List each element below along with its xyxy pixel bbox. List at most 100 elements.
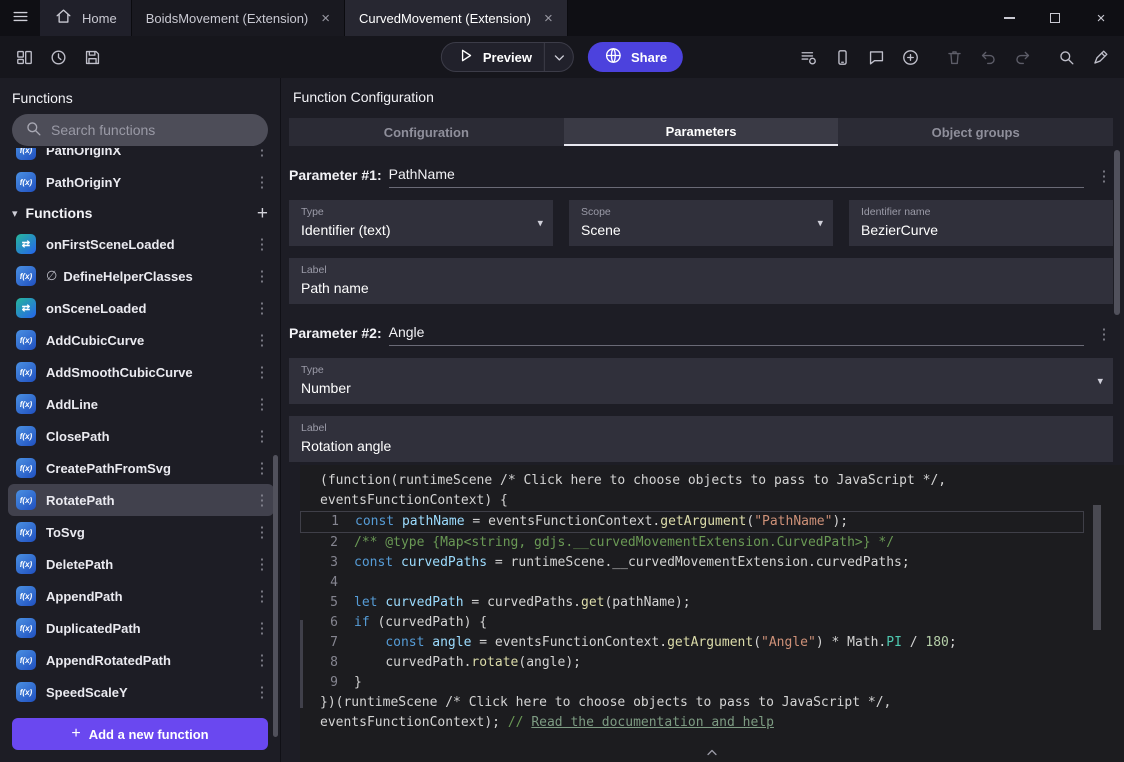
layout-icon[interactable] [10,43,38,71]
function-item-pathoriginy[interactable]: f(x)PathOriginY⋮ [8,166,274,198]
chevron-down-icon[interactable] [545,48,573,67]
code-line-3[interactable]: 3const curvedPaths = runtimeScene.__curv… [300,553,1084,573]
code-text: curvedPath.rotate(angle); [354,653,581,673]
code-token: })(runtimeScene /* Click here to choose … [320,695,891,710]
function-item-rotatepath[interactable]: f(x)RotatePath⋮ [8,484,274,516]
parameter-1-type-select[interactable]: Type Identifier (text) ▾ [289,200,553,246]
function-item-menu-icon[interactable]: ⋮ [252,651,272,669]
tab-home[interactable]: Home [40,0,132,36]
tab-object-groups[interactable]: Object groups [838,118,1113,146]
preview-button[interactable]: Preview [441,42,574,72]
parameter-1-scope-select[interactable]: Scope Scene ▾ [569,200,833,246]
configuration-tabs: ConfigurationParametersObject groups [289,118,1113,146]
function-item-onsceneloaded[interactable]: ⇄onSceneLoaded⋮ [8,292,274,324]
function-item-appendpath[interactable]: f(x)AppendPath⋮ [8,580,274,612]
code-line-7[interactable]: 7 const angle = eventsFunctionContext.ge… [300,633,1084,653]
parameter-2-label-input[interactable]: Label Rotation angle [289,416,1113,462]
function-item-deletepath[interactable]: f(x)DeletePath⋮ [8,548,274,580]
parameter-2-name-input[interactable]: Angle [389,324,1084,346]
function-item-closepath[interactable]: f(x)ClosePath⋮ [8,420,274,452]
collapse-arrow-icon[interactable]: ▾ [12,207,18,220]
function-item-speedscaley[interactable]: f(x)SpeedScaleY⋮ [8,676,274,708]
chevron-up-icon[interactable] [703,743,722,762]
add-function-plus-icon[interactable]: + [257,204,268,223]
code-line-8[interactable]: 8 curvedPath.rotate(angle); [300,653,1084,673]
redo-icon[interactable] [1008,43,1036,71]
function-item-menu-icon[interactable]: ⋮ [252,587,272,605]
code-line-2[interactable]: 2/** @type {Map<string, gdjs.__curvedMov… [300,533,1084,553]
tab-curvedmovement[interactable]: CurvedMovement (Extension) × [345,0,568,36]
documentation-link[interactable]: Read the documentation and help [531,715,774,730]
function-item-menu-icon[interactable]: ⋮ [252,491,272,509]
function-item-menu-icon[interactable]: ⋮ [252,363,272,381]
add-icon[interactable] [896,43,924,71]
sidebar-scrollbar[interactable] [273,455,278,737]
code-line-5[interactable]: 5let curvedPath = curvedPaths.get(pathNa… [300,593,1084,613]
history-icon[interactable] [44,43,72,71]
function-item-pathoriginx[interactable]: f(x)PathOriginX⋮ [8,148,274,166]
function-item-menu-icon[interactable]: ⋮ [252,235,272,253]
field-value: Identifier (text) [301,222,527,238]
code-line-4[interactable]: 4 [300,573,1084,593]
code-editor[interactable]: (function(runtimeScene /* Click here to … [300,465,1124,762]
parameter-1-menu-icon[interactable]: ⋮ [1094,167,1114,188]
function-item-menu-icon[interactable]: ⋮ [252,683,272,701]
code-line-9[interactable]: 9} [300,673,1084,693]
function-item-addline[interactable]: f(x)AddLine⋮ [8,388,274,420]
remote-preview-icon[interactable] [794,43,822,71]
maximize-button[interactable] [1032,0,1078,36]
share-button[interactable]: Share [588,42,683,72]
function-item-onfirstsceneloaded[interactable]: ⇄onFirstSceneLoaded⋮ [8,228,274,260]
function-item-createpathfromsvg[interactable]: f(x)CreatePathFromSvg⋮ [8,452,274,484]
tab-configuration[interactable]: Configuration [289,118,564,146]
close-tab-icon[interactable]: × [544,10,553,27]
parameter-1-label-input[interactable]: Label Path name [289,258,1113,304]
parameter-2-type-select[interactable]: Type Number ▾ [289,358,1113,404]
tab-boidsmovement[interactable]: BoidsMovement (Extension) × [132,0,345,36]
function-item-menu-icon[interactable]: ⋮ [252,459,272,477]
parameter-2-menu-icon[interactable]: ⋮ [1094,325,1114,346]
function-item-menu-icon[interactable]: ⋮ [252,555,272,573]
minimize-button[interactable] [986,0,1032,36]
function-fx-icon: f(x) [16,650,36,670]
function-item-menu-icon[interactable]: ⋮ [252,523,272,541]
code-text: const angle = eventsFunctionContext.getA… [354,633,957,653]
function-item-appendrotatedpath[interactable]: f(x)AppendRotatedPath⋮ [8,644,274,676]
function-item-addsmoothcubiccurve[interactable]: f(x)AddSmoothCubicCurve⋮ [8,356,274,388]
function-item-duplicatedpath[interactable]: f(x)DuplicatedPath⋮ [8,612,274,644]
undo-icon[interactable] [974,43,1002,71]
search-functions-box[interactable] [12,114,268,146]
save-icon[interactable] [78,43,106,71]
function-item-menu-icon[interactable]: ⋮ [252,299,272,317]
functions-section-header[interactable]: ▾ Functions + [8,198,274,228]
function-item-menu-icon[interactable]: ⋮ [252,619,272,637]
add-new-function-button[interactable]: + Add a new function [12,718,268,750]
function-item-menu-icon[interactable]: ⋮ [252,148,272,159]
close-tab-icon[interactable]: × [321,10,330,27]
search-functions-input[interactable] [51,122,256,138]
code-token: pathName [402,514,465,529]
code-wrapper-footer-2: eventsFunctionContext); // Read the docu… [300,713,1084,733]
tab-parameters[interactable]: Parameters [564,118,839,146]
search-icon[interactable] [1052,43,1080,71]
close-button[interactable]: × [1078,0,1124,36]
code-editor-scrollbar[interactable] [1093,505,1101,630]
function-item-menu-icon[interactable]: ⋮ [252,331,272,349]
function-item-addcubiccurve[interactable]: f(x)AddCubicCurve⋮ [8,324,274,356]
code-line-6[interactable]: 6if (curvedPath) { [300,613,1084,633]
function-item-definehelperclasses[interactable]: f(x)∅DefineHelperClasses⋮ [8,260,274,292]
function-item-menu-icon[interactable]: ⋮ [252,267,272,285]
menu-button[interactable] [0,0,40,36]
parameter-1-name-input[interactable]: PathName [389,166,1084,188]
code-line-1[interactable]: 1const pathName = eventsFunctionContext.… [300,511,1084,533]
parameter-1-identifier-input[interactable]: Identifier name BezierCurve [849,200,1113,246]
mobile-preview-icon[interactable] [828,43,856,71]
theme-icon[interactable] [1086,43,1114,71]
trash-icon[interactable] [940,43,968,71]
function-item-tosvg[interactable]: f(x)ToSvg⋮ [8,516,274,548]
main-scrollbar[interactable] [1114,150,1120,315]
feedback-icon[interactable] [862,43,890,71]
function-item-menu-icon[interactable]: ⋮ [252,427,272,445]
function-item-menu-icon[interactable]: ⋮ [252,395,272,413]
function-item-menu-icon[interactable]: ⋮ [252,173,272,191]
